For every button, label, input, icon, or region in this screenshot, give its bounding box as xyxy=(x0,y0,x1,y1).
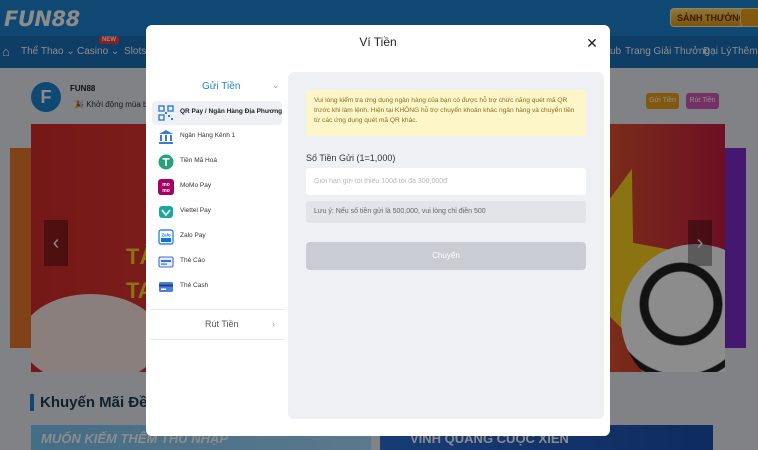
submit-transfer-button[interactable]: Chuyển xyxy=(306,242,586,270)
amount-note: Lưu ý: Nếu số tiền gửi là 500,000, vui l… xyxy=(306,201,586,223)
cash-card-icon xyxy=(158,279,174,295)
amount-input[interactable] xyxy=(306,168,586,195)
payment-method-momo[interactable]: mo mo MoMo Pay xyxy=(152,175,282,199)
sidebar-divider xyxy=(150,309,284,310)
payment-method-label: Zalo Pay xyxy=(180,232,206,239)
payment-method-label: MoMo Pay xyxy=(180,182,212,189)
payment-method-label: Thẻ Cào xyxy=(180,257,205,264)
withdraw-header-label: Rút Tiền xyxy=(205,319,239,329)
payment-method-label: Thẻ Cash xyxy=(180,282,209,289)
payment-method-bank-1[interactable]: Ngân Hàng Kênh 1 xyxy=(152,125,282,149)
svg-text:Zalo: Zalo xyxy=(161,233,171,238)
payment-method-label: Tiền Mã Hoá xyxy=(180,157,217,164)
deposit-section-header[interactable]: Gửi Tiền ⌄ xyxy=(150,73,284,97)
deposit-panel: Vui lòng kiểm tra ứng dụng ngân hàng của… xyxy=(288,72,604,419)
chevron-down-icon: ⌄ xyxy=(272,80,280,90)
svg-text:mo: mo xyxy=(162,188,170,194)
payment-method-scratch-card[interactable]: Thẻ Cào xyxy=(152,250,282,274)
sidebar-divider xyxy=(150,339,284,340)
payment-method-label: Viettel Pay xyxy=(180,207,211,214)
amount-label: Số Tiền Gửi (1=1,000) xyxy=(306,153,396,163)
momo-icon: mo mo xyxy=(158,179,174,195)
payment-method-viettel-pay[interactable]: Viettel Pay xyxy=(152,200,282,224)
scratch-card-icon xyxy=(158,254,174,270)
qr-code-icon xyxy=(158,105,174,121)
payment-method-zalo-pay[interactable]: Zalo Zalo Pay xyxy=(152,225,282,249)
payment-method-label: Ngân Hàng Kênh 1 xyxy=(180,132,236,139)
close-icon[interactable]: ✕ xyxy=(584,35,600,51)
qr-notice: Vui lòng kiểm tra ứng dụng ngân hàng của… xyxy=(306,90,586,136)
payment-sidebar: Gửi Tiền ⌄ QR Pay / Ngân Hàng Địa Phương… xyxy=(150,73,284,385)
payment-method-crypto[interactable]: Tiền Mã Hoá xyxy=(152,150,282,174)
zalo-pay-icon: Zalo xyxy=(158,229,174,245)
modal-title: Ví Tiền xyxy=(359,35,397,49)
payment-method-label: QR Pay / Ngân Hàng Địa Phương xyxy=(180,108,283,115)
withdraw-section-header[interactable]: Rút Tiền › xyxy=(150,313,284,337)
wallet-modal: Ví Tiền ✕ Gửi Tiền ⌄ QR Pay / Ngân Hàng … xyxy=(146,25,610,436)
payment-method-cash-card[interactable]: Thẻ Cash xyxy=(152,275,282,299)
chevron-right-icon: › xyxy=(272,319,275,329)
tether-icon xyxy=(158,154,174,170)
bank-icon xyxy=(158,129,174,145)
deposit-header-label: Gửi Tiền xyxy=(202,81,241,92)
viettel-pay-icon xyxy=(158,204,174,220)
payment-method-qr-pay[interactable]: QR Pay / Ngân Hàng Địa Phương xyxy=(152,101,282,125)
